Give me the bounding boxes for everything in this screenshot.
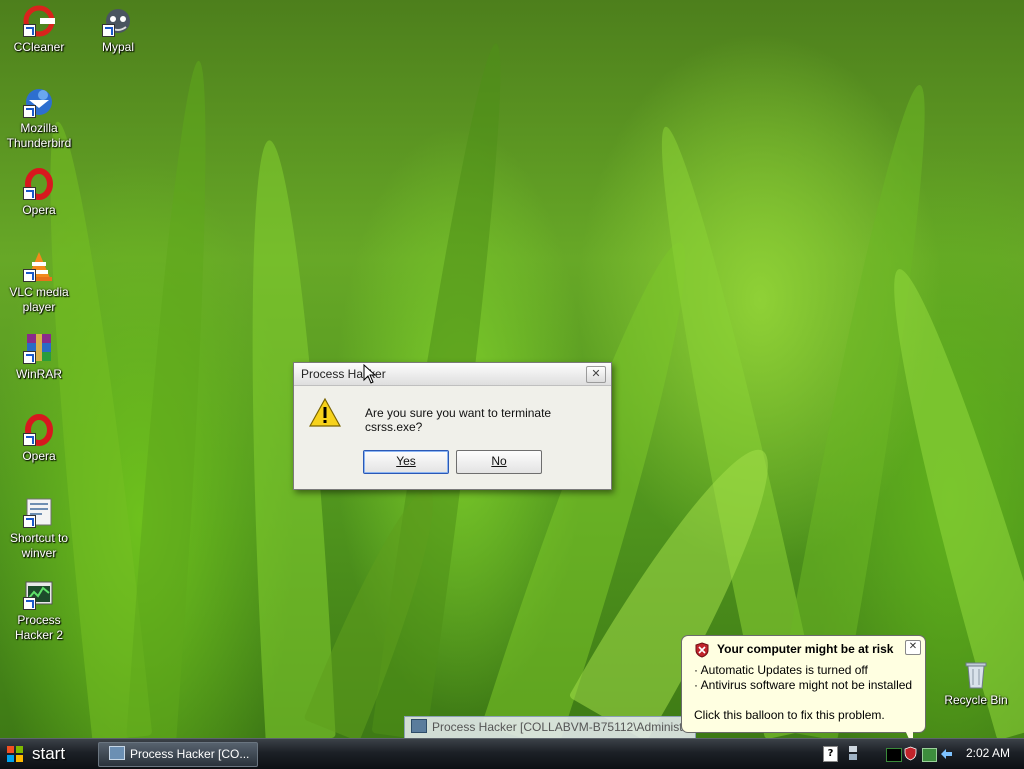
desktop-icon-opera[interactable]: Opera <box>0 168 78 218</box>
taskbar: start Process Hacker [CO... ? 2:02 AM <box>0 738 1024 769</box>
desktop-icon-label: Opera <box>22 449 56 463</box>
ccleaner-icon <box>23 5 56 37</box>
desktop-icon-process-hacker[interactable]: Process Hacker 2 <box>0 578 78 643</box>
balloon-footer: Click this balloon to fix this problem. <box>694 708 885 722</box>
security-shield-icon <box>694 642 710 658</box>
desktop-icon-label: CCleaner <box>13 40 65 54</box>
balloon-title: Your computer might be at risk <box>717 642 894 656</box>
desktop-icon-label: Process Hacker 2 <box>14 613 64 642</box>
desktop-icon-recycle-bin[interactable]: Recycle Bin <box>937 658 1015 708</box>
security-balloon[interactable]: Your computer might be at risk ✕ · Autom… <box>681 635 926 733</box>
network-icon[interactable] <box>847 744 859 762</box>
process-hacker-icon <box>109 746 125 760</box>
mypal-icon <box>102 5 134 37</box>
yes-button-label: Yes <box>396 454 416 468</box>
help-icon[interactable]: ? <box>823 746 838 762</box>
desktop-icon-label: VLC media player <box>9 285 69 314</box>
taskbar-button-process-hacker[interactable]: Process Hacker [CO... <box>98 742 258 767</box>
desktop-icon-winrar[interactable]: WinRAR <box>0 332 78 382</box>
process-hacker-icon <box>411 719 427 733</box>
desktop-icon-label: Mypal <box>101 40 134 54</box>
window-preview[interactable]: Process Hacker [COLLABVM-B75112\Administ… <box>404 716 696 739</box>
desktop-icon-winver[interactable]: Shortcut to winver <box>0 496 78 561</box>
mouse-cursor-icon <box>363 363 377 384</box>
opera-icon <box>23 414 55 446</box>
desktop-icon-ccleaner[interactable]: CCleaner <box>0 5 78 55</box>
confirm-dialog: Process Hacker ✕ Are you sure you want t… <box>293 362 612 490</box>
winrar-icon <box>23 332 55 364</box>
opera-icon <box>23 168 55 200</box>
tray-arrows-icon[interactable] <box>940 747 953 760</box>
vlc-icon <box>23 250 55 282</box>
winver-icon <box>23 496 55 528</box>
no-button-label: No <box>491 454 507 468</box>
clock[interactable]: 2:02 AM <box>966 746 1010 760</box>
no-button[interactable]: No <box>456 450 542 474</box>
console-tray-icon[interactable] <box>886 748 902 762</box>
desktop-icon-vlc[interactable]: VLC media player <box>0 250 78 315</box>
desktop-icon-label: WinRAR <box>15 367 62 381</box>
dialog-message: Are you sure you want to terminate csrss… <box>365 406 552 434</box>
security-center-icon[interactable] <box>904 746 917 761</box>
start-button[interactable]: start <box>0 739 88 769</box>
windows-logo-icon <box>6 745 24 763</box>
balloon-close-button[interactable]: ✕ <box>905 640 921 655</box>
desktop-icon-label: Mozilla Thunderbird <box>6 121 72 150</box>
desktop-icon-label: Opera <box>22 203 56 217</box>
desktop-icon-opera-2[interactable]: Opera <box>0 414 78 464</box>
balloon-line: · Antivirus software might not be instal… <box>694 678 913 692</box>
recycle-bin-icon <box>960 658 992 690</box>
yes-button[interactable]: Yes <box>363 450 449 474</box>
taskbar-button-label: Process Hacker [CO... <box>130 747 250 761</box>
dialog-titlebar[interactable]: Process Hacker ✕ <box>294 363 611 386</box>
balloon-line: · Automatic Updates is turned off <box>694 663 868 677</box>
process-hacker-icon <box>23 578 55 610</box>
warning-icon <box>308 397 342 429</box>
start-label: start <box>32 744 66 763</box>
dialog-close-button[interactable]: ✕ <box>586 366 606 383</box>
window-preview-title: Process Hacker [COLLABVM-B75112\Administ… <box>432 720 694 734</box>
desktop-icon-mypal[interactable]: Mypal <box>79 5 157 55</box>
desktop-icon-thunderbird[interactable]: Mozilla Thunderbird <box>0 86 78 151</box>
tray-app-icon[interactable] <box>922 748 937 762</box>
desktop-icon-label: Shortcut to winver <box>9 531 69 560</box>
thunderbird-icon <box>23 86 55 118</box>
desktop-icon-label: Recycle Bin <box>944 693 1008 707</box>
